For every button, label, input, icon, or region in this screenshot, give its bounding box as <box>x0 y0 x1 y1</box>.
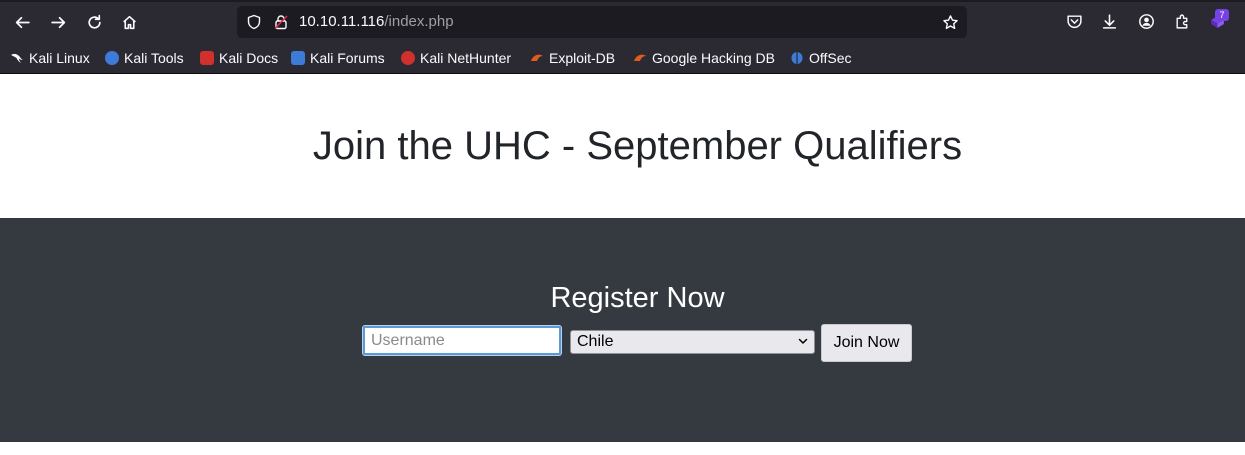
bookmark-label: Kali Linux <box>29 50 90 66</box>
url-path: /index.php <box>384 13 454 30</box>
reload-button[interactable] <box>81 9 107 35</box>
offsec-icon <box>790 51 804 65</box>
exploit-db-icon <box>530 51 544 65</box>
url-text[interactable]: 10.10.11.116/index.php <box>299 13 454 30</box>
register-title: Register Now <box>550 282 725 314</box>
bookmark-exploit-db[interactable]: Exploit-DB <box>530 49 615 67</box>
arrow-right-icon <box>50 16 65 28</box>
kali-tools-icon <box>105 51 119 65</box>
insecure-lock-icon[interactable] <box>272 13 290 31</box>
bookmark-label: Google Hacking DB <box>652 50 775 66</box>
join-now-button[interactable]: Join Now <box>821 324 912 362</box>
extensions-icon[interactable] <box>1172 11 1192 31</box>
url-bar[interactable]: 10.10.11.116/index.php <box>237 6 967 38</box>
bookmark-kali-docs[interactable]: Kali Docs <box>200 49 278 67</box>
bookmark-kali-tools[interactable]: Kali Tools <box>105 49 184 67</box>
chevron-down-icon <box>798 338 808 344</box>
arrow-left-icon <box>15 16 30 28</box>
country-select[interactable]: Chile <box>570 330 815 354</box>
bookmark-label: Kali Forums <box>310 50 385 66</box>
downloads-icon[interactable] <box>1099 11 1119 31</box>
reload-icon <box>87 14 101 29</box>
username-input[interactable] <box>362 325 562 356</box>
browser-toolbar: 10.10.11.116/index.php 7 <box>0 0 1245 43</box>
bookmark-kali-nethunter[interactable]: Kali NetHunter <box>401 49 511 67</box>
extension-badge: 7 <box>1215 9 1229 21</box>
shield-icon[interactable] <box>245 13 263 31</box>
back-button[interactable] <box>9 9 35 35</box>
kali-docs-icon <box>200 51 214 65</box>
toolbar-top-border <box>0 0 1245 2</box>
bookmark-kali-linux[interactable]: Kali Linux <box>10 49 90 67</box>
home-button[interactable] <box>116 9 142 35</box>
bookmark-label: Exploit-DB <box>549 50 616 66</box>
pocket-icon[interactable] <box>1064 11 1084 31</box>
bookmark-label: Kali Docs <box>219 50 279 66</box>
country-selected-value: Chile <box>577 333 614 350</box>
url-host: 10.10.11.116 <box>299 13 385 30</box>
account-icon[interactable] <box>1136 11 1156 31</box>
bookmark-star-icon[interactable] <box>941 13 959 31</box>
kali-dragon-icon <box>10 51 24 65</box>
register-section: Register Now Chile Join Now <box>0 218 1245 442</box>
page-title: Join the UHC - September Qualifiers <box>312 124 963 168</box>
kali-forums-icon <box>291 51 305 65</box>
forward-button[interactable] <box>45 9 71 35</box>
page-header: Join the UHC - September Qualifiers <box>0 74 1245 218</box>
bookmarks-toolbar: Kali Linux Kali Tools Kali Docs Kali For… <box>0 43 1245 74</box>
home-icon <box>122 15 136 29</box>
page-bottom <box>0 442 1245 455</box>
bookmark-label: Kali Tools <box>124 50 184 66</box>
kali-nethunter-icon <box>401 51 415 65</box>
bookmark-label: Kali NetHunter <box>420 50 512 66</box>
ghdb-icon <box>633 51 647 65</box>
bookmark-kali-forums[interactable]: Kali Forums <box>291 49 385 67</box>
bookmark-label: OffSec <box>809 50 852 66</box>
bookmark-offsec[interactable]: OffSec <box>790 49 852 67</box>
bookmark-google-hacking-db[interactable]: Google Hacking DB <box>633 49 775 67</box>
